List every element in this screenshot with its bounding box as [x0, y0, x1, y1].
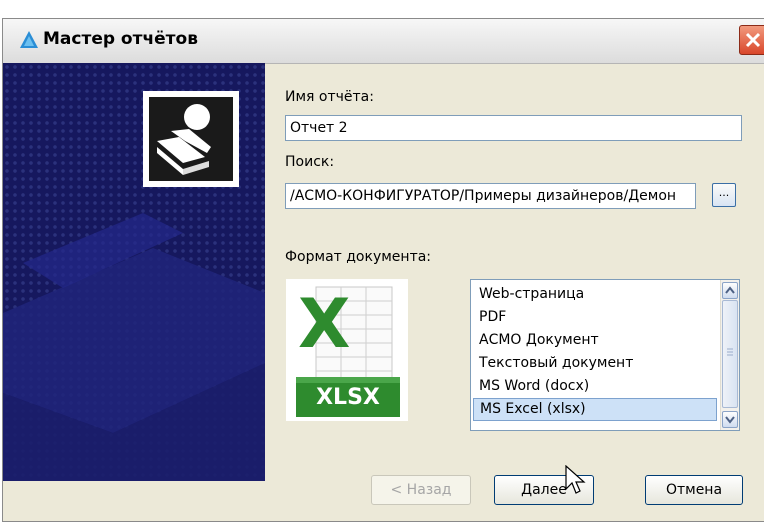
- wizard-logo: [143, 91, 239, 187]
- title-bar[interactable]: Мастер отчётов: [3, 19, 764, 64]
- grip-icon: [727, 348, 733, 356]
- format-list-item[interactable]: АСМО Документ: [473, 329, 717, 352]
- chevron-up-icon: [725, 286, 735, 294]
- excel-letter: X: [298, 285, 351, 364]
- format-list-item[interactable]: Web-страница: [473, 283, 717, 306]
- search-label: Поиск:: [285, 154, 335, 170]
- report-wizard-window: Мастер отчётов Имя отчёта: Отчет 2 Поиск…: [2, 18, 764, 522]
- mouse-cursor-icon: [565, 465, 586, 494]
- format-list-item[interactable]: PDF: [473, 306, 717, 329]
- back-button[interactable]: < Назад: [371, 475, 471, 505]
- report-name-label: Имя отчёта:: [285, 89, 374, 105]
- app-logo-icon: [20, 31, 38, 48]
- report-printer-icon: [157, 104, 211, 175]
- window-title: Мастер отчётов: [43, 29, 198, 49]
- document-format-list[interactable]: Web-страница PDF АСМО Документ Текстовый до…: [470, 279, 740, 431]
- scroll-down-button[interactable]: [722, 411, 738, 428]
- format-list-scrollbar[interactable]: [720, 280, 739, 430]
- format-list-item[interactable]: MS Word (docx): [473, 375, 717, 398]
- format-list-items: Web-страница PDF АСМО Документ Текстовый до…: [471, 283, 717, 421]
- browse-button[interactable]: ...: [712, 183, 736, 207]
- cancel-button[interactable]: Отмена: [645, 475, 743, 505]
- report-name-input[interactable]: Отчет 2: [285, 115, 742, 141]
- close-button[interactable]: [739, 25, 764, 55]
- xlsx-caption: XLSX: [316, 385, 380, 410]
- xlsx-format-icon: X XLSX: [286, 279, 408, 421]
- chevron-down-icon: [725, 416, 735, 424]
- wizard-banner: [3, 63, 265, 481]
- scroll-thumb[interactable]: [722, 300, 738, 408]
- close-icon: [745, 32, 761, 48]
- format-list-item[interactable]: MS Excel (xlsx): [473, 398, 717, 421]
- scroll-up-button[interactable]: [722, 282, 738, 299]
- document-format-label: Формат документа:: [285, 249, 432, 265]
- search-path-input[interactable]: /АСМО-КОНФИГУРАТОР/Примеры дизайнеров/Де…: [285, 183, 696, 209]
- format-list-item[interactable]: Текстовый документ: [473, 352, 717, 375]
